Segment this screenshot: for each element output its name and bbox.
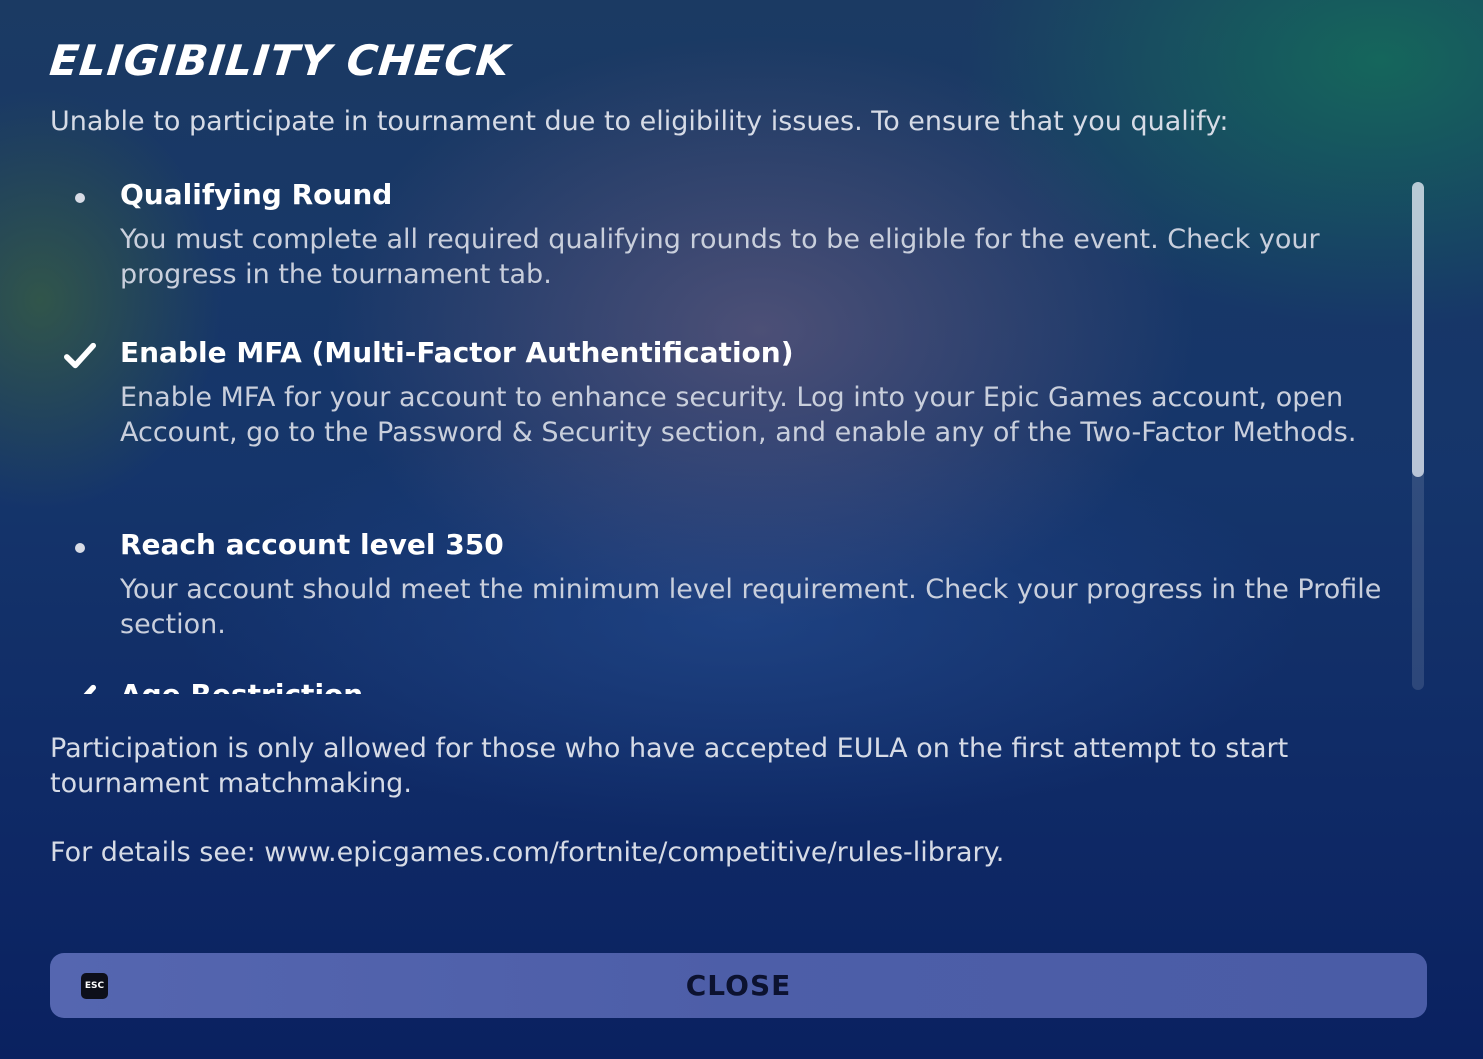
close-button-label: CLOSE <box>685 969 792 1002</box>
requirement-title: Reach account level 350 <box>120 528 504 561</box>
intro-text: Unable to participate in tournament due … <box>50 106 1229 137</box>
bullet-icon <box>64 180 96 216</box>
requirement-title: Enable MFA (Multi-Factor Authentificatio… <box>120 336 794 369</box>
esc-key-icon: ESC <box>81 973 108 999</box>
requirement-description: You must complete all required qualifyin… <box>120 224 1320 290</box>
dialog-title: ELIGIBILITY CHECK <box>47 36 513 85</box>
requirements-list[interactable]: Qualifying Round You must complete all r… <box>50 178 1430 694</box>
details-link-text: For details see: www.epicgames.com/fortn… <box>50 837 1005 868</box>
requirement-description: Your account should meet the minimum lev… <box>120 574 1382 640</box>
checkmark-icon <box>64 338 96 374</box>
checkmark-icon <box>64 680 96 694</box>
scrollbar-thumb[interactable] <box>1412 182 1424 477</box>
requirement-title: Age Restriction <box>120 678 363 694</box>
close-button[interactable]: ESC CLOSE <box>50 953 1427 1018</box>
requirement-description: Enable MFA for your account to enhance s… <box>120 382 1357 448</box>
bullet-icon <box>64 530 96 566</box>
requirement-title: Qualifying Round <box>120 178 393 211</box>
eula-note: Participation is only allowed for those … <box>50 733 1289 799</box>
scrollbar[interactable] <box>1412 182 1424 690</box>
